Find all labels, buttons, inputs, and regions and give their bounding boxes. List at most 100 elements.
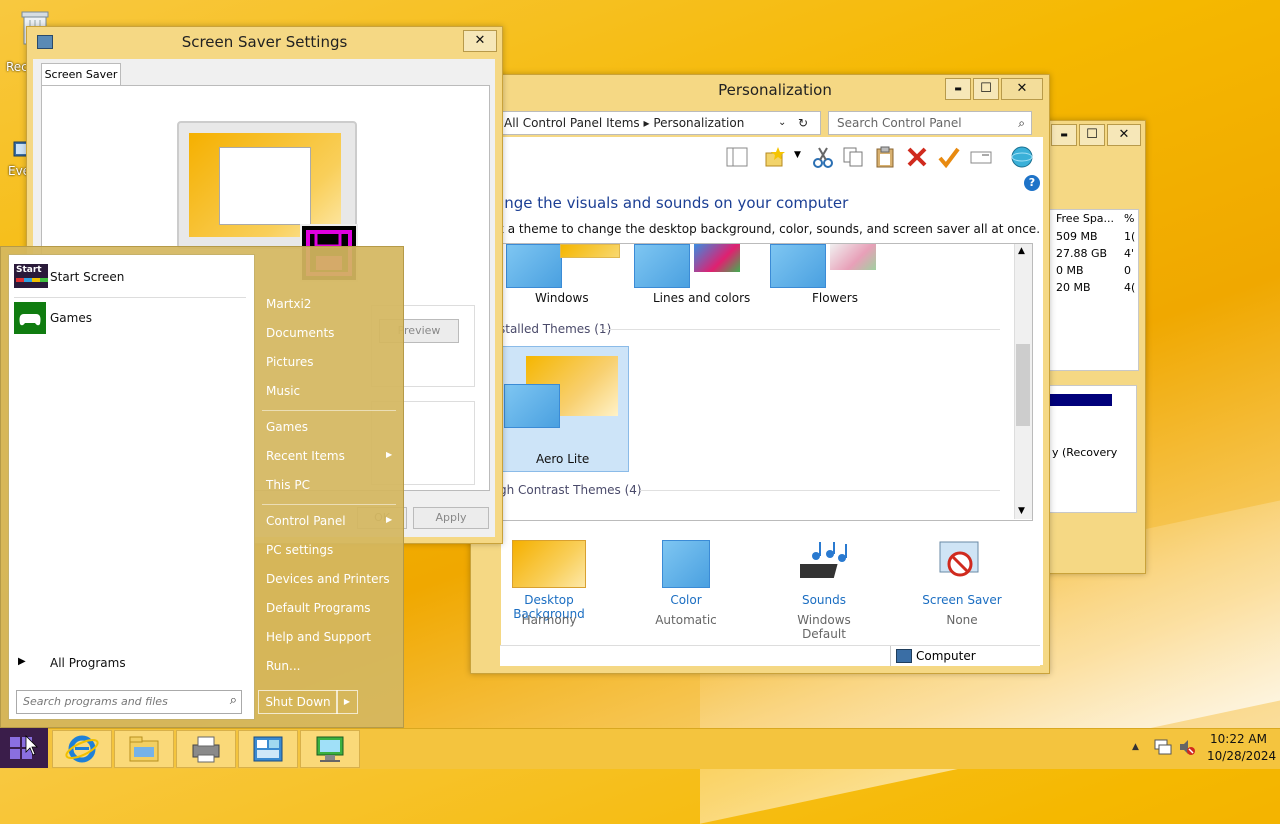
shut-down-button[interactable]: Shut Down xyxy=(258,690,338,714)
theme-label-aero-lite[interactable]: Aero Lite xyxy=(536,452,589,466)
start-item-this-pc[interactable]: This PC xyxy=(266,478,310,492)
file-explorer-icon xyxy=(129,736,159,762)
search-control-panel-input[interactable]: Search Control Panel ⌕ xyxy=(828,111,1032,135)
column-header-percent[interactable]: % xyxy=(1124,212,1134,225)
clock-time[interactable]: 10:22 AM xyxy=(1210,732,1267,746)
network-icon[interactable] xyxy=(1154,739,1172,755)
apply-button[interactable]: Apply xyxy=(413,507,489,529)
start-item-control-panel[interactable]: Control Panel xyxy=(266,514,346,528)
copy-icon[interactable] xyxy=(842,146,864,168)
color-icon[interactable] xyxy=(662,540,710,588)
volume-row[interactable]: 0 MB xyxy=(1056,264,1084,277)
screen-saver-icon[interactable] xyxy=(938,540,984,586)
checkmark-icon[interactable] xyxy=(938,146,960,169)
theme-swatch-windows[interactable] xyxy=(506,244,562,288)
percent-value: 4' xyxy=(1124,247,1135,260)
disk-maximize-button[interactable]: ☐ xyxy=(1079,124,1105,146)
start-item-default-programs[interactable]: Default Programs xyxy=(266,601,371,615)
theme-label-flowers[interactable]: Flowers xyxy=(812,291,858,305)
color-link[interactable]: Color xyxy=(646,593,726,607)
scroll-up-arrow[interactable]: ▲ xyxy=(1018,246,1025,256)
column-header-free-space[interactable]: Free Spa... xyxy=(1056,212,1114,225)
scroll-thumb[interactable] xyxy=(1016,344,1030,426)
close-button[interactable]: ✕ xyxy=(1001,78,1043,100)
section-divider xyxy=(640,490,1000,491)
clock-date[interactable]: 10/28/2024 xyxy=(1207,749,1276,763)
screen-saver-value: None xyxy=(946,613,978,627)
disk-map-pane: y (Recovery xyxy=(1049,385,1137,513)
theme-swatch-aero-lite xyxy=(504,384,560,428)
refresh-icon[interactable]: ↻ xyxy=(798,112,808,134)
start-item-pc-settings[interactable]: PC settings xyxy=(266,543,333,557)
sounds-link[interactable]: Sounds xyxy=(774,593,874,607)
search-icon: ⌕ xyxy=(229,693,237,708)
help-icon[interactable]: ? xyxy=(1024,175,1040,191)
control-panel-icon xyxy=(253,736,283,762)
start-search-input[interactable]: Search programs and files ⌕ xyxy=(16,690,242,714)
start-item-devices-and-printers[interactable]: Devices and Printers xyxy=(266,572,390,586)
maximize-button[interactable]: ☐ xyxy=(973,78,999,100)
screen-saver-link[interactable]: Screen Saver xyxy=(910,593,1014,607)
volume-row[interactable]: 509 MB xyxy=(1056,230,1098,243)
taskbar-computer[interactable] xyxy=(300,730,360,768)
paste-icon[interactable] xyxy=(874,146,896,168)
folder-star-icon[interactable] xyxy=(764,146,786,168)
tab-screen-saver[interactable]: Screen Saver xyxy=(41,63,121,86)
disk-minimize-button[interactable]: ▬ xyxy=(1051,124,1077,146)
start-item-help-and-support[interactable]: Help and Support xyxy=(266,630,371,644)
start-item-music[interactable]: Music xyxy=(266,384,300,398)
volume-row[interactable]: 27.88 GB xyxy=(1056,247,1107,260)
desktop-background-value: Harmony xyxy=(521,613,577,627)
start-item-user[interactable]: Martxi2 xyxy=(266,297,311,311)
theme-label-lines-and-colors[interactable]: Lines and colors xyxy=(653,291,750,305)
breadcrumb[interactable]: All Control Panel Items ▸ Personalizatio… xyxy=(501,111,821,135)
start-item-pictures[interactable]: Pictures xyxy=(266,355,314,369)
personalization-heading: ange the visuals and sounds on your comp… xyxy=(495,194,849,212)
volume-muted-icon[interactable] xyxy=(1178,739,1196,755)
screen-saver-close-button[interactable]: ✕ xyxy=(463,30,497,52)
theme-swatch-lines-and-colors[interactable] xyxy=(634,244,690,288)
start-item-recent-items[interactable]: Recent Items xyxy=(266,449,345,463)
sounds-icon[interactable] xyxy=(791,540,848,586)
disk-close-button[interactable]: ✕ xyxy=(1107,124,1141,146)
chevron-down-icon[interactable]: ⌄ xyxy=(778,112,786,134)
taskbar-internet-explorer[interactable] xyxy=(52,730,112,768)
theme-preview-lines-and-colors xyxy=(694,244,740,272)
high-contrast-themes-header: gh Contrast Themes (4) xyxy=(499,483,642,497)
show-hidden-icons-button[interactable]: ▲ xyxy=(1132,742,1139,752)
start-button[interactable] xyxy=(0,728,48,768)
taskbar-control-panel[interactable] xyxy=(238,730,298,768)
start-right-divider xyxy=(262,504,396,505)
installed-themes-header: stalled Themes (1) xyxy=(499,322,612,336)
recovery-partition-label[interactable]: y (Recovery xyxy=(1052,446,1117,459)
windows-logo-icon xyxy=(10,735,38,759)
status-divider xyxy=(890,646,891,666)
minimize-button[interactable]: ▬ xyxy=(945,78,971,100)
theme-label-windows[interactable]: Windows xyxy=(535,291,589,305)
breadcrumb-item-control-panel[interactable]: All Control Panel Items xyxy=(504,116,640,130)
percent-value: 1( xyxy=(1124,230,1136,243)
breadcrumb-item-personalization[interactable]: Personalization xyxy=(653,116,744,130)
shut-down-options-button[interactable]: ▶ xyxy=(336,690,358,714)
theme-swatch-flowers[interactable] xyxy=(770,244,826,288)
start-item-games[interactable]: Games xyxy=(266,420,308,434)
scrollbar[interactable]: ▲ ▼ xyxy=(1014,244,1032,519)
start-item-run[interactable]: Run... xyxy=(266,659,300,673)
delete-icon[interactable] xyxy=(906,146,928,168)
start-item-documents[interactable]: Documents xyxy=(266,326,334,340)
desktop-background-icon[interactable] xyxy=(512,540,586,588)
pinned-item-games[interactable]: Games xyxy=(50,311,92,325)
scroll-down-arrow[interactable]: ▼ xyxy=(1018,506,1025,516)
pinned-item-start-screen[interactable]: Start Screen xyxy=(50,270,124,284)
cut-icon[interactable] xyxy=(812,146,834,168)
shut-down-label: Shut Down xyxy=(265,695,331,709)
pane-layout-icon[interactable] xyxy=(726,146,748,168)
volume-row[interactable]: 20 MB xyxy=(1056,281,1091,294)
dropdown-arrow-icon[interactable]: ▼ xyxy=(794,150,801,160)
taskbar-printer[interactable] xyxy=(176,730,236,768)
all-programs-button[interactable]: All Programs xyxy=(50,656,126,670)
printer-icon xyxy=(192,736,220,763)
taskbar-file-explorer[interactable] xyxy=(114,730,174,768)
rename-icon[interactable] xyxy=(970,146,992,168)
globe-icon[interactable] xyxy=(1010,146,1033,168)
